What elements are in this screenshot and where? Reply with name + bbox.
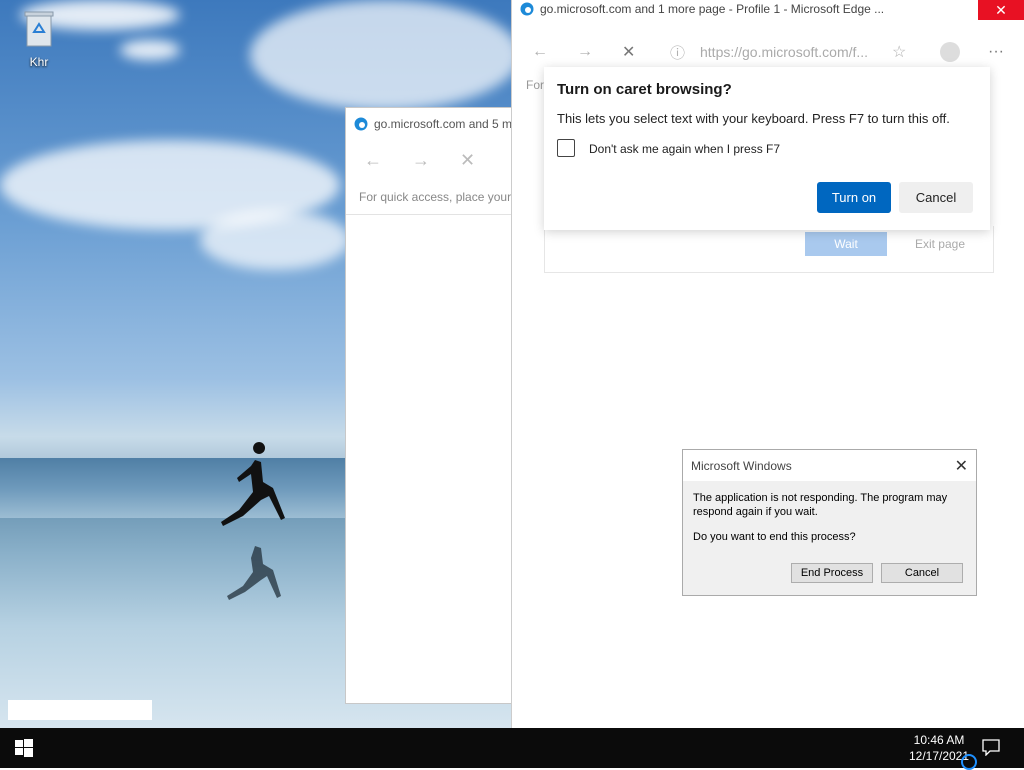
favorites-bar-hint: For — [526, 78, 544, 92]
recycle-bin-shortcut[interactable]: Khr — [14, 10, 64, 69]
dialog-message: The application is not responding. The p… — [693, 492, 948, 518]
edge-icon — [520, 2, 534, 16]
favorites-bar-hint: For quick access, place your — [346, 180, 514, 215]
back-arrow-icon[interactable]: ← — [364, 150, 382, 171]
not-responding-dialog: Microsoft Windows ✕ The application is n… — [682, 449, 977, 596]
windows-logo-icon — [15, 739, 33, 757]
recycle-bin-label: Khr — [29, 55, 49, 69]
caret-browsing-dialog: Turn on caret browsing? This lets you se… — [544, 67, 990, 230]
edge-back-title: go.microsoft.com and 5 m — [374, 117, 513, 131]
more-menu-icon[interactable]: ··· — [988, 43, 1004, 61]
notification-icon[interactable] — [982, 738, 1000, 756]
add-favorite-icon[interactable]: ☆ — [892, 42, 906, 62]
dialog-titlebar[interactable]: Microsoft Windows ✕ — [683, 450, 976, 481]
dont-ask-checkbox[interactable] — [557, 139, 575, 157]
dialog-title: Turn on caret browsing? — [557, 81, 732, 98]
end-process-button[interactable]: End Process — [791, 563, 873, 583]
cancel-button[interactable]: Cancel — [899, 182, 973, 213]
stop-icon[interactable]: ✕ — [622, 42, 635, 62]
wait-button[interactable]: Wait — [805, 232, 887, 256]
back-arrow-icon[interactable]: ← — [532, 43, 548, 61]
site-info-icon[interactable]: ⓘ — [670, 42, 685, 63]
dialog-title: Microsoft Windows — [691, 459, 792, 473]
dont-ask-label[interactable]: Don't ask me again when I press F7 — [589, 142, 780, 156]
dialog-question: Do you want to end this process? — [693, 531, 856, 543]
exit-page-button[interactable]: Exit page — [899, 232, 981, 256]
close-icon[interactable]: ✕ — [955, 456, 968, 476]
stop-icon[interactable]: ✕ — [460, 150, 475, 171]
start-button[interactable] — [0, 728, 48, 768]
edge-icon — [354, 117, 368, 131]
edge-window-back[interactable]: go.microsoft.com and 5 m ← → ✕ For quick… — [345, 107, 515, 704]
edge-front-title: go.microsoft.com and 1 more page - Profi… — [540, 2, 885, 16]
window-close-button[interactable]: ✕ — [978, 0, 1024, 20]
dialog-description: This lets you select text with your keyb… — [557, 111, 950, 126]
turn-on-button[interactable]: Turn on — [817, 182, 891, 213]
runner-figure — [221, 442, 285, 600]
address-bar[interactable]: https://go.microsoft.com/f... — [700, 44, 868, 60]
edge-back-toolbar: ← → ✕ — [346, 140, 514, 180]
edge-front-titlebar[interactable]: go.microsoft.com and 1 more page - Profi… — [512, 0, 1024, 18]
forward-arrow-icon[interactable]: → — [577, 43, 593, 61]
forward-arrow-icon[interactable]: → — [412, 150, 430, 171]
clock-time: 10:46 AM — [913, 733, 965, 747]
blank-overlay — [8, 700, 152, 720]
page-unresponsive-banner: Wait Exit page — [544, 226, 994, 273]
profile-avatar-icon[interactable] — [940, 42, 960, 62]
taskbar: 10:46 AM 12/17/2021 — [0, 728, 1024, 768]
recycle-bin-icon — [24, 11, 54, 47]
edge-back-titlebar[interactable]: go.microsoft.com and 5 m — [346, 108, 514, 140]
cancel-button[interactable]: Cancel — [881, 563, 963, 583]
